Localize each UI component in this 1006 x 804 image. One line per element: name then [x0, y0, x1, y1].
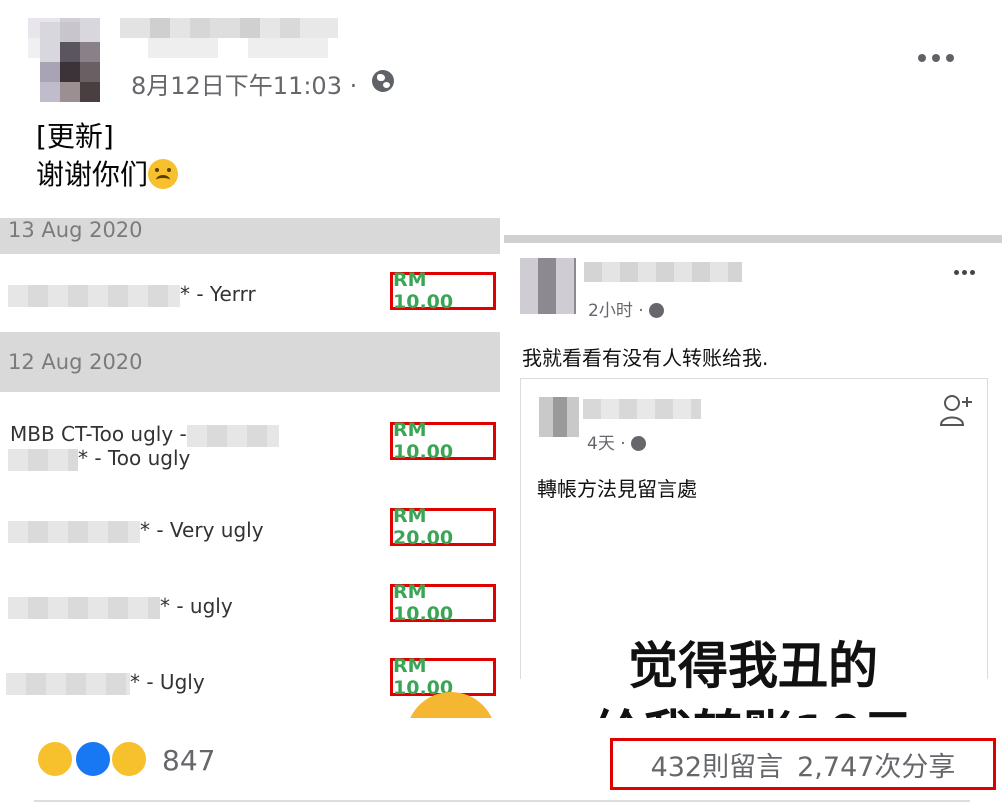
image-caption-line1: 觉得我丑的	[628, 637, 878, 695]
globe-icon	[649, 303, 665, 318]
reaction-count[interactable]: 847	[162, 744, 215, 777]
post-text-line2: 谢谢你们	[36, 158, 149, 191]
like-reaction-icon	[74, 740, 112, 778]
transaction-amount: RM 10.00	[390, 581, 496, 625]
shares-count-link[interactable]: 2,747次分享	[797, 745, 955, 784]
transaction-row: * - ugly RM 10.00	[0, 566, 500, 643]
shared-author-name-blurred	[584, 262, 742, 282]
transaction-label: * - ugly	[160, 594, 233, 618]
transaction-amount: RM 10.00	[390, 269, 496, 313]
original-post-text: 轉帳方法見留言處	[537, 477, 697, 501]
more-options-button[interactable]	[916, 50, 956, 66]
transaction-amount: RM 10.00	[390, 655, 496, 699]
post-text: [更新] 谢谢你们	[36, 118, 179, 194]
more-icon	[954, 270, 978, 278]
transaction-label: MBB CT-Too ugly -	[10, 422, 187, 446]
original-post-time: 4天 ·	[587, 429, 647, 454]
divider	[504, 235, 1002, 243]
shared-post-text: 我就看看有没有人转账给我.	[522, 346, 769, 370]
transaction-amount: RM 20.00	[390, 505, 496, 549]
post-timestamp[interactable]: 8月12日下午11:03 ·	[131, 66, 357, 101]
comments-shares-summary: 432則留言 2,747次分享	[610, 738, 996, 790]
original-author-avatar	[539, 397, 579, 437]
post-header: 8月12日下午11:03 ·	[0, 0, 1006, 112]
transaction-label: * - Too ugly	[78, 446, 191, 470]
divider	[34, 800, 970, 802]
transaction-row: * - Very ugly RM 20.00	[0, 490, 500, 567]
laugh-reaction-icon	[36, 740, 74, 778]
transaction-row: MBB CT-Too ugly - * - Too ugly RM 10.00	[0, 392, 500, 491]
shared-post-time: 2小时 ·	[588, 296, 665, 321]
post-stats-bar: 847 432則留言 2,747次分享	[0, 718, 1006, 804]
transaction-amount: RM 10.00	[390, 419, 496, 463]
globe-icon	[631, 436, 647, 451]
post-text-line1: [更新]	[36, 120, 114, 153]
original-author-name-blurred	[583, 399, 701, 419]
author-avatar[interactable]	[40, 22, 100, 102]
transaction-label: * - Yerrr	[180, 282, 256, 306]
image-caption-line2: 给我转账10元	[504, 694, 1002, 718]
transaction-label: * - Ugly	[130, 670, 205, 694]
comments-count-link[interactable]: 432則留言	[651, 745, 784, 784]
date-header: 12 Aug 2020	[0, 332, 500, 392]
post-photo-left[interactable]: 13 Aug 2020 * - Yerrr RM 10.00 12 Aug 20…	[0, 218, 500, 718]
transaction-label: * - Very ugly	[140, 518, 264, 542]
globe-icon	[372, 70, 394, 92]
transaction-row: * - Ugly RM 10.00	[0, 642, 500, 718]
wow-reaction-icon	[110, 740, 148, 778]
post-photo-right[interactable]: 2小时 · 我就看看有没有人转账给我. 4天 · 轉帳方法見留言處 觉得我丑的 …	[504, 218, 1002, 718]
shared-author-avatar	[520, 258, 576, 314]
add-friend-icon	[939, 395, 972, 426]
upside-down-face-emoji-icon	[148, 159, 179, 189]
date-header: 13 Aug 2020	[0, 218, 500, 254]
transaction-row: * - Yerrr RM 10.00	[0, 254, 500, 333]
